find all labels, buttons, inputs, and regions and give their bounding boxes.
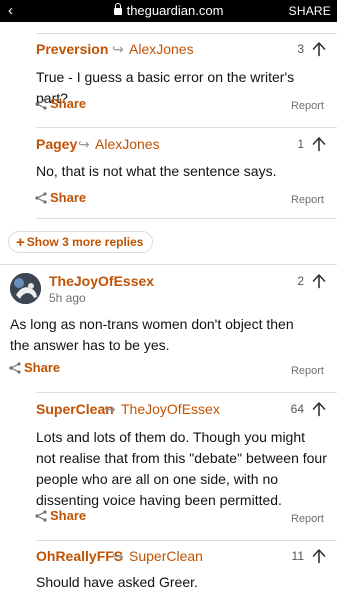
share-button[interactable]: Share [34,189,86,207]
comment-author[interactable]: TheJoyOfEssex [49,272,154,290]
plus-icon: + [16,234,25,251]
comment-timestamp[interactable]: 5h ago [49,290,86,306]
comment-body: Should have asked Greer. [36,574,198,590]
reply-to-link[interactable]: AlexJones [129,40,194,58]
share-button[interactable]: Share [34,507,86,525]
report-link[interactable]: Report [291,363,324,379]
divider [0,264,337,265]
share-button[interactable]: Share [8,359,60,377]
share-icon [35,510,47,522]
url-bar[interactable]: theguardian.com [0,3,337,19]
reply-arrow-icon: ↪ [112,548,124,564]
comment-author[interactable]: Pagey [36,135,77,153]
divider [36,218,337,219]
divider [36,540,337,541]
browser-share-button[interactable]: SHARE [289,3,331,19]
share-button[interactable]: Share [34,95,86,113]
reply-arrow-icon: ↪ [104,401,116,417]
show-more-replies-button[interactable]: + Show 3 more replies [8,231,154,253]
upvote-arrow-icon[interactable] [311,548,327,564]
upvote-arrow-icon[interactable] [311,273,327,289]
report-link[interactable]: Report [291,511,324,527]
share-label: Share [24,360,61,375]
browser-bar: ‹ theguardian.com SHARE [0,0,337,22]
domain-text: theguardian.com [126,3,224,18]
reply-to-link[interactable]: TheJoyOfEssex [121,400,220,418]
divider [36,127,337,128]
upvote-arrow-icon[interactable] [311,41,327,57]
vote-count: 2 [297,274,304,288]
vote-count: 1 [297,137,304,151]
divider [36,392,337,393]
comment-author[interactable]: Preversion [36,40,108,58]
share-label: Share [50,96,87,111]
comment-author[interactable]: OhReallyFFS [36,547,123,565]
comment-body: No, that is not what the sentence says. [36,163,277,179]
comment-body: As long as non-trans women don't object … [10,316,294,353]
share-label: Share [50,190,87,205]
vote-count: 64 [290,402,304,416]
reply-to-link[interactable]: SuperClean [129,547,203,565]
share-icon [9,362,21,374]
avatar[interactable] [10,273,41,304]
comment-author[interactable]: SuperClean [36,400,114,418]
share-label: Share [50,508,87,523]
lock-icon [113,3,122,15]
reply-arrow-icon: ↪ [112,41,124,57]
upvote-arrow-icon[interactable] [311,401,327,417]
upvote-arrow-icon[interactable] [311,136,327,152]
show-more-label: Show 3 more replies [26,235,144,249]
reply-arrow-icon: ↪ [78,136,90,152]
report-link[interactable]: Report [291,98,324,114]
share-icon [35,192,47,204]
comment-body: Lots and lots of them do. Though you mig… [36,429,327,508]
vote-count: 3 [297,42,304,56]
reply-to-link[interactable]: AlexJones [95,135,160,153]
report-link[interactable]: Report [291,192,324,208]
divider [36,33,337,34]
share-icon [35,98,47,110]
vote-count: 11 [291,549,304,563]
